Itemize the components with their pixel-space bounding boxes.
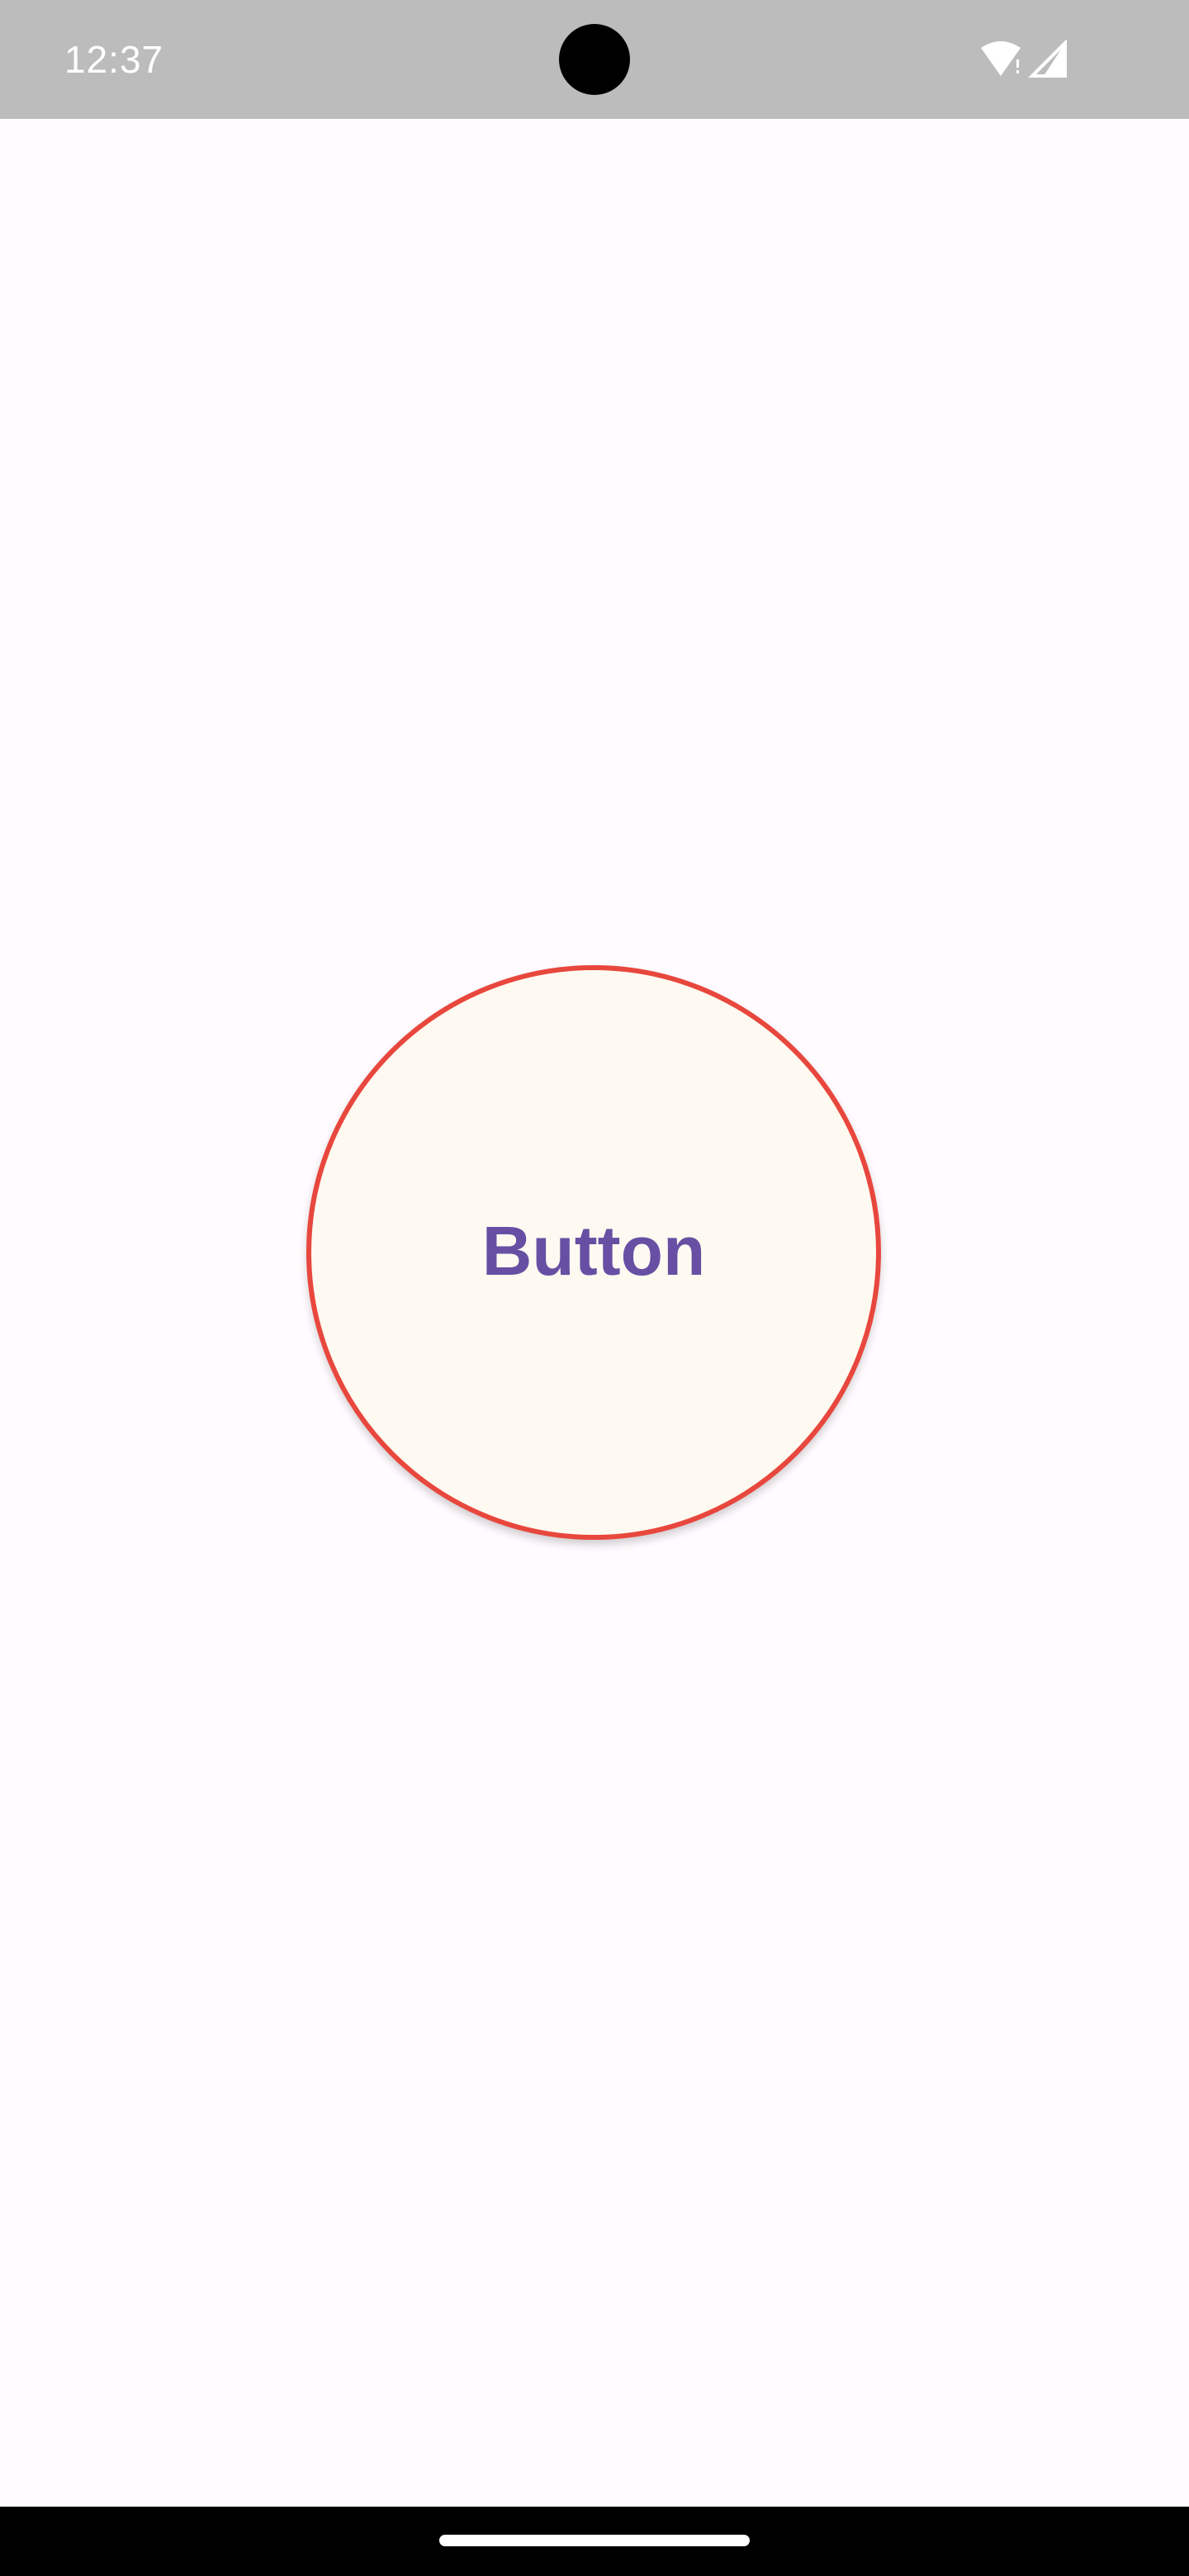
status-time: 12:37 xyxy=(64,38,164,81)
navigation-bar xyxy=(0,2507,1189,2576)
circle-button[interactable]: Button xyxy=(306,965,881,1540)
status-icons xyxy=(979,40,1070,81)
camera-cutout xyxy=(559,24,630,95)
wifi-icon xyxy=(981,41,1021,76)
main-content: Button xyxy=(0,119,1189,2507)
status-bar: 12:37 xyxy=(0,0,1189,119)
signal-icon xyxy=(1028,40,1067,78)
button-label: Button xyxy=(481,1212,706,1290)
home-gesture-handle[interactable] xyxy=(439,2535,750,2546)
